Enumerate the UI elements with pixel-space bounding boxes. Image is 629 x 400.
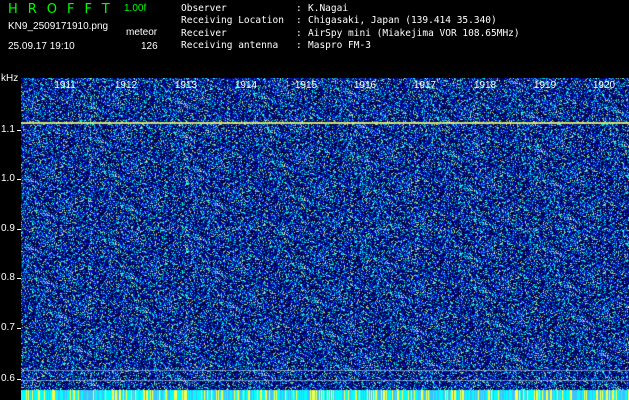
info-row-location: Receiving Location: Chigasaki, Japan (139…: [181, 15, 520, 27]
info-row-observer: Observer: K.Nagai: [181, 3, 520, 15]
info-separator: :: [296, 3, 302, 14]
time-label-1918: 1918: [473, 80, 497, 91]
y-tick-label-0-6: 0.6: [1, 373, 15, 384]
time-label-1916: 1916: [353, 80, 377, 91]
detection-count: 126: [141, 41, 158, 52]
y-tick-label-1-1: 1.1: [1, 124, 15, 135]
info-separator: :: [296, 27, 302, 39]
y-tick-label-1-0: 1.0: [1, 173, 15, 184]
time-label-1915: 1915: [294, 80, 318, 91]
time-label-1917: 1917: [413, 80, 437, 91]
version-label: 1.00f: [124, 3, 147, 14]
time-label-1919: 1919: [533, 80, 557, 91]
time-label-1911: 1911: [54, 80, 76, 91]
info-row-antenna: Receiving antenna: Maspro FM-3: [181, 40, 520, 52]
y-tick-label-0-7: 0.7: [1, 322, 15, 333]
time-label-1920: 1920: [592, 80, 616, 91]
info-key: Observer: [181, 3, 227, 14]
spectrogram-canvas: [21, 78, 629, 400]
info-row-receiver: Receiver: AirSpy mini (Miakejima VOR 108.…: [181, 28, 520, 40]
time-label-1914: 1914: [234, 80, 258, 91]
spectrogram: [21, 78, 629, 400]
header-panel: HROFFT 1.00f KN9_2509171910.png meteor 2…: [0, 0, 629, 78]
info-value: Maspro FM-3: [308, 39, 371, 51]
info-value: K.Nagai: [308, 3, 349, 14]
app-title: HROFFT: [8, 2, 120, 17]
filename-label: KN9_2509171910.png: [8, 21, 109, 32]
frequency-unit-label: kHz: [1, 73, 19, 84]
mode-label: meteor: [126, 27, 158, 38]
time-label-1913: 1913: [174, 80, 198, 91]
time-label-1912: 1912: [114, 80, 138, 91]
info-key: Receiving Location: [181, 15, 284, 27]
info-value: Chigasaki, Japan (139.414 35.340): [308, 15, 497, 27]
y-tick-label-0-8: 0.8: [1, 272, 15, 283]
info-separator: :: [296, 15, 302, 27]
station-info: Observer: K.Nagai Receiving Location: Chig…: [181, 3, 520, 52]
datetime-label: 25.09.17 19:10: [8, 41, 75, 52]
info-key: Receiver: [181, 27, 227, 39]
info-value: AirSpy mini (Miakejima VOR 108.65MHz): [308, 27, 520, 39]
info-separator: :: [296, 39, 302, 51]
y-tick-label-0-9: 0.9: [1, 223, 15, 234]
info-key: Receiving antenna: [181, 39, 279, 51]
